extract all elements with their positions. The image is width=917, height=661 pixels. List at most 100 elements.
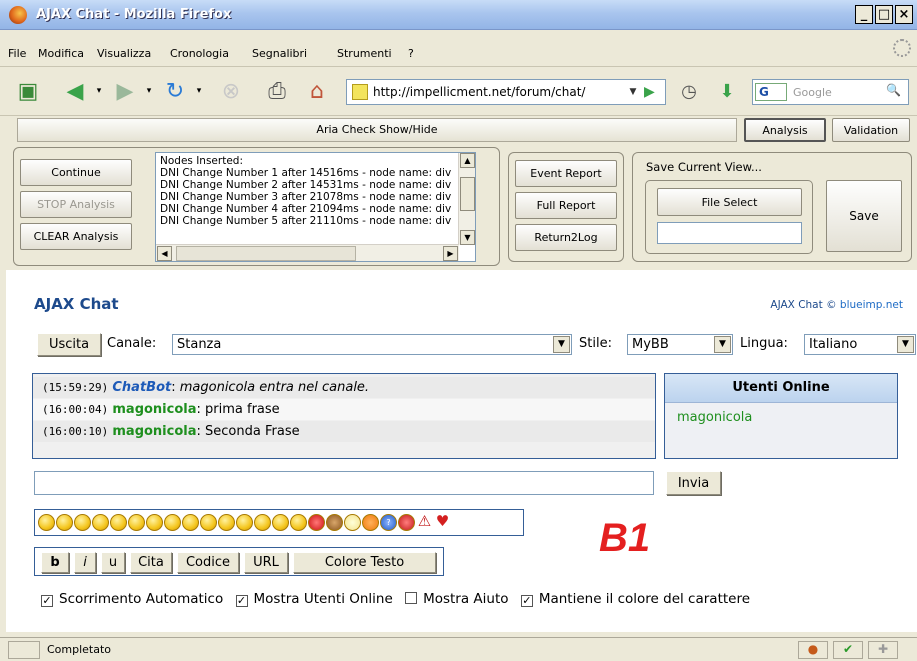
search-placeholder[interactable]: Google [793,86,832,99]
file-path-input[interactable] [657,222,802,244]
url-button[interactable]: URL [244,552,288,573]
file-select-button[interactable]: File Select [657,188,802,216]
event-report-button[interactable]: Event Report [515,160,617,187]
hscroll-thumb[interactable] [176,246,356,261]
back-dropdown-icon[interactable]: ▾ [93,76,105,106]
devil-emoticon-icon[interactable] [308,514,325,531]
menu-help[interactable]: ? [408,47,414,60]
menu-visualizza[interactable]: Visualizza [97,47,151,60]
firefox-status-icon[interactable]: ● [798,641,828,659]
scroll-right-icon[interactable]: ▶ [443,246,458,261]
cool-emoticon-icon[interactable] [182,514,199,531]
log-horizontal-scrollbar[interactable]: ◀ ▶ [156,244,459,261]
full-report-button[interactable]: Full Report [515,192,617,219]
back-icon[interactable]: ◀ [60,76,90,106]
menu-strumenti[interactable]: Strumenti [337,47,392,60]
menu-segnalibri[interactable]: Segnalibri [252,47,307,60]
scroll-thumb[interactable] [460,177,475,211]
menu-modifica[interactable]: Modifica [38,47,84,60]
warning-emoticon-icon[interactable]: ⚠ [416,514,433,531]
laugh-emoticon-icon[interactable] [110,514,127,531]
italic-button[interactable]: i [74,552,96,573]
keep-color-checkbox[interactable]: ✓ [520,595,533,607]
bold-button[interactable]: b [41,552,69,573]
show-help-checkbox[interactable] [405,592,418,604]
sad-emoticon-icon[interactable] [56,514,73,531]
eyes-emoticon-icon[interactable] [200,514,217,531]
return-to-log-button[interactable]: Return2Log [515,224,617,251]
smile-emoticon-icon[interactable] [38,514,55,531]
channel-select[interactable]: Stanza ▼ [172,334,572,355]
chevron-down-icon[interactable]: ▼ [897,336,914,353]
scroll-down-icon[interactable]: ▼ [460,230,475,245]
search-engine-icon[interactable]: G [755,83,787,101]
quote-button[interactable]: Cita [130,552,172,573]
stop-analysis-button[interactable]: STOP Analysis [20,191,132,218]
url-text[interactable]: http://impellicment.net/forum/chat/ [373,85,585,99]
reload-icon[interactable]: ↻ [160,76,190,106]
message-user[interactable]: magonicola [112,424,196,439]
clear-analysis-button[interactable]: CLEAR Analysis [20,223,132,250]
url-history-dropdown-icon[interactable]: ▼ [625,83,641,101]
search-box[interactable]: G Google 🔍 [752,79,909,105]
stop-icon[interactable]: ⊗ [216,76,246,106]
log-vertical-scrollbar[interactable]: ▲ ▼ [458,153,475,245]
question-emoticon-icon[interactable]: ? [380,514,397,531]
shocked-emoticon-icon[interactable] [146,514,163,531]
text-color-button[interactable]: Colore Testo [293,552,436,573]
chevron-down-icon[interactable]: ▼ [714,336,731,353]
forward-dropdown-icon[interactable]: ▾ [143,76,155,106]
home-icon[interactable]: ⌂ [302,76,332,106]
url-bar[interactable]: http://impellicment.net/forum/chat/ ▼ ▶ [346,79,666,105]
minimize-button[interactable]: _ [855,5,873,24]
analysis-button[interactable]: Analysis [744,118,826,142]
go-icon[interactable]: ▶ [644,83,660,101]
wink-emoticon-icon[interactable] [74,514,91,531]
sunglasses-emoticon-icon[interactable] [218,514,235,531]
autoscroll-checkbox[interactable]: ✓ [41,595,53,607]
grin-emoticon-icon[interactable] [164,514,181,531]
search-icon[interactable]: 🔍 [886,83,904,101]
heart-emoticon-icon[interactable]: ♥ [434,514,451,531]
show-online-checkbox[interactable]: ✓ [235,595,248,607]
chevron-down-icon[interactable]: ▼ [553,336,570,353]
exit-button[interactable]: Uscita [37,333,101,356]
online-user[interactable]: magonicola [677,410,752,425]
scroll-up-icon[interactable]: ▲ [460,153,475,168]
validation-button[interactable]: Validation [832,118,910,142]
underline-button[interactable]: u [101,552,125,573]
close-button[interactable]: × [895,5,913,24]
style-select[interactable]: MyBB ▼ [627,334,733,355]
print-icon[interactable]: ⎙ [262,76,292,106]
mutation-log[interactable]: Nodes Inserted: DNI Change Number 1 afte… [155,152,476,262]
idea-emoticon-icon[interactable] [344,514,361,531]
blush-emoticon-icon[interactable] [290,514,307,531]
message-input[interactable] [34,471,654,495]
forward-icon[interactable]: ▶ [110,76,140,106]
reload-dropdown-icon[interactable]: ▾ [193,76,205,106]
aria-check-toggle[interactable]: Aria Check Show/Hide [17,118,737,142]
new-tab-icon[interactable]: ▣ [14,76,42,106]
exclamation-emoticon-icon[interactable] [362,514,379,531]
language-select[interactable]: Italiano ▼ [804,334,916,355]
neutral-emoticon-icon[interactable] [128,514,145,531]
code-button[interactable]: Codice [177,552,239,573]
continue-button[interactable]: Continue [20,159,132,186]
clock-icon[interactable]: ◷ [676,76,702,106]
confused-emoticon-icon[interactable] [254,514,271,531]
menu-cronologia[interactable]: Cronologia [170,47,229,60]
ok-status-icon[interactable]: ✔ [833,641,863,659]
menu-file[interactable]: File [8,47,26,60]
message-user[interactable]: ChatBot [112,380,171,395]
happy-emoticon-icon[interactable] [236,514,253,531]
tongue-emoticon-icon[interactable] [92,514,109,531]
monkey-emoticon-icon[interactable] [326,514,343,531]
stop-emoticon-icon[interactable] [398,514,415,531]
maximize-button[interactable]: □ [875,5,893,24]
angry-emoticon-icon[interactable] [272,514,289,531]
scroll-left-icon[interactable]: ◀ [157,246,172,261]
blueimp-link[interactable]: blueimp.net [840,299,903,311]
addon-status-icon[interactable]: ✚ [868,641,898,659]
send-button[interactable]: Invia [666,471,721,495]
message-user[interactable]: magonicola [112,402,196,417]
